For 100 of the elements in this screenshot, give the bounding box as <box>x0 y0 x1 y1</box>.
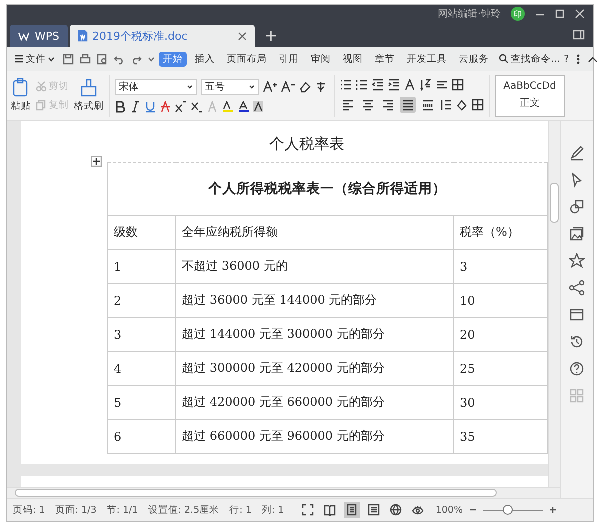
ribbon-tab[interactable]: 开始 <box>159 52 187 66</box>
close-icon[interactable] <box>238 32 246 40</box>
borders-icon[interactable] <box>472 98 484 110</box>
paste-button[interactable]: 粘贴 <box>11 78 31 113</box>
subscript-icon[interactable] <box>191 100 203 112</box>
align-justify-icon[interactable] <box>400 96 416 112</box>
ribbon-tab[interactable]: 章节 <box>371 52 399 66</box>
maximize-icon[interactable] <box>555 9 565 19</box>
table-cell: 3 <box>108 318 176 352</box>
font-color-icon[interactable] <box>238 100 249 112</box>
status-item: 列: 1 <box>262 504 284 516</box>
font-size-dropdown[interactable]: 五号 <box>201 78 259 94</box>
outline-view-icon[interactable] <box>366 502 382 518</box>
character-shading-icon[interactable] <box>253 100 264 112</box>
page-view-icon[interactable] <box>344 502 360 518</box>
table-cell: 4 <box>108 352 176 386</box>
vertical-scrollbar-thumb[interactable] <box>550 183 559 223</box>
ribbon-tab[interactable]: 开发工具 <box>403 52 451 66</box>
pen-icon[interactable] <box>569 145 585 161</box>
style-gallery-item[interactable]: AaBbCcDd 正文 <box>495 74 565 116</box>
document-tab[interactable]: 2019个税标准.doc <box>70 25 254 47</box>
caret-icon[interactable] <box>148 56 155 62</box>
italic-icon[interactable] <box>130 100 141 112</box>
decrease-indent-icon[interactable] <box>372 78 384 90</box>
star-icon[interactable] <box>569 253 585 269</box>
help-icon[interactable] <box>569 361 585 377</box>
share-icon[interactable] <box>569 280 585 296</box>
bullet-list-icon[interactable] <box>340 78 352 90</box>
cursor-icon[interactable] <box>569 172 585 188</box>
zoom-slider-thumb[interactable] <box>503 505 514 515</box>
help-button[interactable]: ? <box>564 54 570 64</box>
panel-icon[interactable] <box>573 29 585 41</box>
scissors-icon <box>36 80 47 92</box>
table-cell: 不超过 36000 元的 <box>176 250 454 284</box>
ribbon-tab[interactable]: 插入 <box>191 52 219 66</box>
undo-icon[interactable] <box>114 54 125 64</box>
redo-icon[interactable] <box>131 54 142 64</box>
fullscreen-view-icon[interactable] <box>300 502 316 518</box>
sort-icon[interactable] <box>420 78 432 90</box>
image-icon[interactable] <box>569 226 585 242</box>
bold-icon[interactable] <box>115 100 126 112</box>
caret-icon <box>187 84 193 90</box>
font-dropdown[interactable]: 宋体 <box>115 78 197 94</box>
user-name[interactable]: 网站编辑·钟玲 <box>438 7 501 21</box>
frame-icon[interactable] <box>569 307 585 323</box>
command-search[interactable]: 查找命令... <box>499 52 560 66</box>
ribbon-tab[interactable]: 云服务 <box>455 52 493 66</box>
increase-indent-icon[interactable] <box>388 78 400 90</box>
format-painter-button[interactable]: 格式刷 <box>74 78 104 113</box>
table-cell: 2 <box>108 284 176 318</box>
collapse-icon[interactable] <box>588 56 598 62</box>
status-item: 节: 1/1 <box>106 504 138 516</box>
table-cell: 6 <box>108 420 176 454</box>
preview-icon[interactable] <box>97 54 108 64</box>
highlight-icon[interactable] <box>222 100 234 112</box>
history-icon[interactable] <box>569 334 585 350</box>
search-icon <box>499 54 509 64</box>
web-view-icon[interactable] <box>388 502 404 518</box>
caret-icon <box>249 84 255 90</box>
print-icon[interactable] <box>80 54 91 64</box>
superscript-icon[interactable] <box>175 100 187 112</box>
ribbon-tab[interactable]: 页面布局 <box>223 52 271 66</box>
ribbon-tab[interactable]: 视图 <box>339 52 367 66</box>
file-menu[interactable]: 文件 <box>14 52 55 66</box>
zoom-level[interactable]: 100% <box>436 504 463 516</box>
wps-logo-icon <box>18 31 30 41</box>
document-icon <box>78 30 88 42</box>
table-cell: 1 <box>108 250 176 284</box>
more-icon[interactable] <box>577 54 580 64</box>
document-heading: 个人税率表 <box>268 135 346 154</box>
home-tab[interactable]: WPS <box>10 25 68 47</box>
caret-icon <box>48 56 55 62</box>
table-cell: 超过 660000 元至 960000 元的部分 <box>176 420 454 454</box>
status-item: 设置值: 2.5厘米 <box>148 504 220 516</box>
numbered-list-icon[interactable] <box>356 78 368 90</box>
copy-icon <box>36 100 47 110</box>
column-header: 级数 <box>108 216 176 250</box>
horizontal-scrollbar-thumb[interactable] <box>15 489 497 497</box>
grow-font-icon[interactable] <box>263 80 277 92</box>
table-border-icon[interactable] <box>452 78 464 90</box>
shrink-font-icon[interactable] <box>281 80 295 92</box>
brush-icon <box>79 78 99 98</box>
save-icon[interactable] <box>63 54 74 64</box>
menu-icon <box>14 54 24 64</box>
eraser-icon[interactable] <box>299 80 311 92</box>
column-header: 全年应纳税所得额 <box>176 216 454 250</box>
table-cell: 超过 300000 元至 420000 元的部分 <box>176 352 454 386</box>
table-cell: 超过 420000 元至 660000 元的部分 <box>176 386 454 420</box>
new-tab-button[interactable]: + <box>256 25 286 47</box>
strikethrough-icon[interactable] <box>160 100 171 112</box>
table-title: 个人所得税税率表一（综合所得适用） <box>108 162 548 216</box>
status-item: 页面: 1/3 <box>55 504 97 516</box>
ribbon-tab[interactable]: 审阅 <box>307 52 335 66</box>
table-cell: 5 <box>108 386 176 420</box>
table-cell: 超过 144000 元至 300000 元的部分 <box>176 318 454 352</box>
underline-icon[interactable] <box>145 100 156 112</box>
zoom-in-icon[interactable] <box>549 506 557 514</box>
shapes-icon[interactable] <box>569 199 585 215</box>
ribbon-tab[interactable]: 引用 <box>275 52 303 66</box>
move-handle-icon[interactable] <box>91 156 102 167</box>
